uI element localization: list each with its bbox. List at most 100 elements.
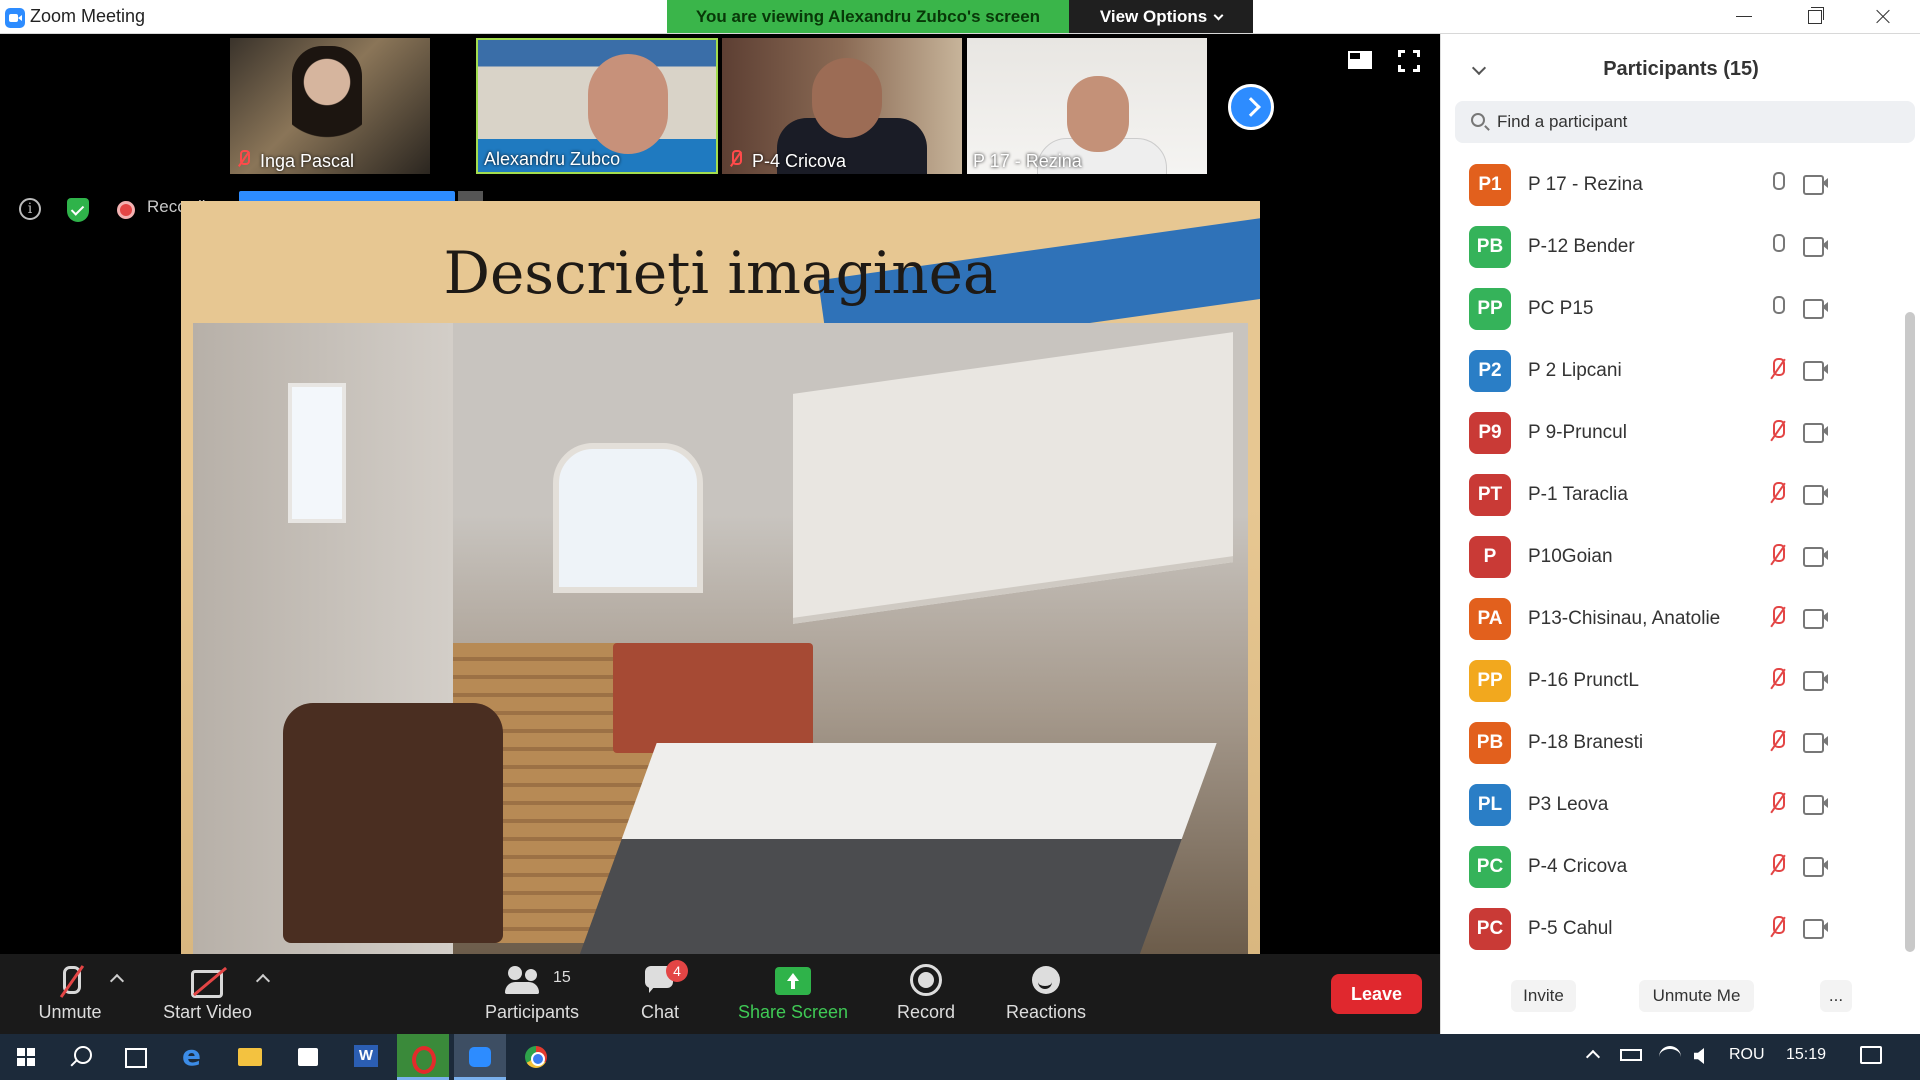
participant-name: P-5 Cahul [1528, 918, 1613, 939]
word-icon[interactable] [340, 1034, 392, 1080]
participant-name: P 17 - Rezina [1528, 174, 1643, 195]
participants-label: Participants [484, 1002, 580, 1022]
participant-row[interactable]: P2 P 2 Lipcani [1441, 340, 1906, 402]
mic-muted-icon[interactable] [1768, 606, 1788, 630]
participant-row[interactable]: P9 P 9-Pruncul [1441, 402, 1906, 464]
store-icon[interactable] [282, 1034, 334, 1080]
record-button[interactable]: Record [886, 954, 966, 1034]
chrome-icon[interactable] [510, 1034, 562, 1080]
video-thumbnail[interactable]: P-4 Cricova [722, 38, 962, 174]
start-video-button[interactable]: Start Video [150, 954, 265, 1034]
next-page-button[interactable] [1228, 84, 1274, 130]
mic-muted-icon [236, 150, 250, 168]
video-thumbnail[interactable]: P 17 - Rezina [967, 38, 1207, 174]
participant-row[interactable]: P P10Goian [1441, 526, 1906, 588]
search-input[interactable] [1497, 101, 1897, 143]
camera-icon[interactable] [1803, 423, 1829, 443]
edge-icon[interactable] [168, 1034, 220, 1080]
camera-icon[interactable] [1803, 733, 1829, 753]
mic-muted-icon[interactable] [1768, 668, 1788, 692]
record-icon [910, 964, 942, 996]
camera-icon[interactable] [1803, 175, 1829, 195]
mic-muted-icon[interactable] [1768, 420, 1788, 444]
participant-row[interactable]: PP P-16 PrunctL [1441, 650, 1906, 712]
chat-label: Chat [640, 1002, 680, 1022]
participant-row[interactable]: PL P3 Leova [1441, 774, 1906, 836]
invite-button[interactable]: Invite [1511, 980, 1576, 1012]
participant-row[interactable]: P1 P 17 - Rezina [1441, 154, 1906, 216]
camera-off-icon [190, 964, 225, 998]
start-button-icon[interactable] [0, 1034, 52, 1080]
participant-video [588, 54, 668, 154]
mic-icon[interactable] [1768, 234, 1788, 258]
camera-icon[interactable] [1803, 857, 1829, 877]
mic-icon[interactable] [1768, 172, 1788, 196]
view-options-button[interactable]: View Options [1069, 0, 1253, 33]
participant-avatar: P2 [1469, 350, 1511, 392]
start-video-label: Start Video [163, 1002, 252, 1022]
clock[interactable]: 15:19 [1786, 1046, 1826, 1064]
fullscreen-icon[interactable] [1397, 49, 1423, 75]
camera-icon[interactable] [1803, 361, 1829, 381]
layout-icon[interactable] [1348, 49, 1372, 69]
zoom-taskbar-icon[interactable] [454, 1034, 506, 1080]
participant-row[interactable]: PB P-12 Bender [1441, 216, 1906, 278]
mic-muted-icon[interactable] [1768, 854, 1788, 878]
camera-icon[interactable] [1803, 485, 1829, 505]
more-options-button[interactable]: ... [1820, 980, 1852, 1012]
participant-search[interactable] [1455, 101, 1915, 143]
task-view-icon[interactable] [108, 1034, 160, 1080]
participant-name: P10Goian [1528, 546, 1613, 567]
prison-cell-photo [193, 323, 1248, 954]
chat-button[interactable]: Chat [620, 954, 700, 1034]
info-icon[interactable]: i [19, 198, 41, 220]
camera-icon[interactable] [1803, 919, 1829, 939]
camera-icon[interactable] [1803, 299, 1829, 319]
unmute-button[interactable]: Unmute [20, 954, 120, 1034]
close-button[interactable] [1852, 0, 1912, 34]
participants-button[interactable]: Participants [472, 954, 592, 1034]
participant-name: PC P15 [1528, 298, 1594, 319]
restore-button[interactable] [1783, 0, 1843, 34]
video-thumbnail-active-speaker[interactable]: Alexandru Zubco [476, 38, 718, 174]
camera-icon[interactable] [1803, 547, 1829, 567]
mic-muted-icon[interactable] [1768, 482, 1788, 506]
minimize-button[interactable] [1714, 0, 1774, 34]
participant-row[interactable]: PC P-5 Cahul [1441, 898, 1906, 960]
mic-muted-icon[interactable] [1768, 358, 1788, 382]
unmute-me-button[interactable]: Unmute Me [1639, 980, 1754, 1012]
mic-muted-icon[interactable] [1768, 916, 1788, 940]
input-language[interactable]: ROU [1729, 1046, 1765, 1064]
mic-muted-icon[interactable] [1768, 544, 1788, 568]
participant-row[interactable]: PT P-1 Taraclia [1441, 464, 1906, 526]
search-icon[interactable] [56, 1034, 108, 1080]
participant-row[interactable]: PP PC P15 [1441, 278, 1906, 340]
video-thumbnail[interactable]: Inga Pascal [230, 38, 430, 174]
participant-row[interactable]: PB P-18 Branesti [1441, 712, 1906, 774]
battery-icon[interactable] [1620, 1049, 1642, 1061]
mic-muted-icon[interactable] [1768, 730, 1788, 754]
mic-muted-icon[interactable] [1768, 792, 1788, 816]
mic-muted-icon [728, 150, 742, 168]
reactions-button[interactable]: Reactions [996, 954, 1096, 1034]
show-hidden-icons-icon[interactable] [1585, 1049, 1601, 1065]
file-explorer-icon[interactable] [224, 1034, 276, 1080]
participant-avatar: PB [1469, 722, 1511, 764]
camera-icon[interactable] [1803, 671, 1829, 691]
panel-scrollbar[interactable] [1905, 312, 1915, 952]
share-screen-button[interactable]: Share Screen [733, 954, 853, 1034]
meeting-toolbar: Unmute Start Video Participants 15 Chat … [0, 954, 1440, 1034]
leave-button[interactable]: Leave [1331, 974, 1422, 1014]
volume-icon[interactable] [1694, 1048, 1704, 1064]
camera-icon[interactable] [1803, 795, 1829, 815]
shield-icon[interactable] [67, 198, 89, 222]
camera-icon[interactable] [1803, 609, 1829, 629]
notifications-icon[interactable] [1860, 1046, 1882, 1064]
network-icon[interactable] [1659, 1046, 1681, 1068]
opera-icon[interactable] [397, 1034, 449, 1080]
participant-row[interactable]: PA P13-Chisinau, Anatolie [1441, 588, 1906, 650]
participant-row[interactable]: PC P-4 Cricova [1441, 836, 1906, 898]
participant-name: P-16 PrunctL [1528, 670, 1639, 691]
camera-icon[interactable] [1803, 237, 1829, 257]
mic-icon[interactable] [1768, 296, 1788, 320]
